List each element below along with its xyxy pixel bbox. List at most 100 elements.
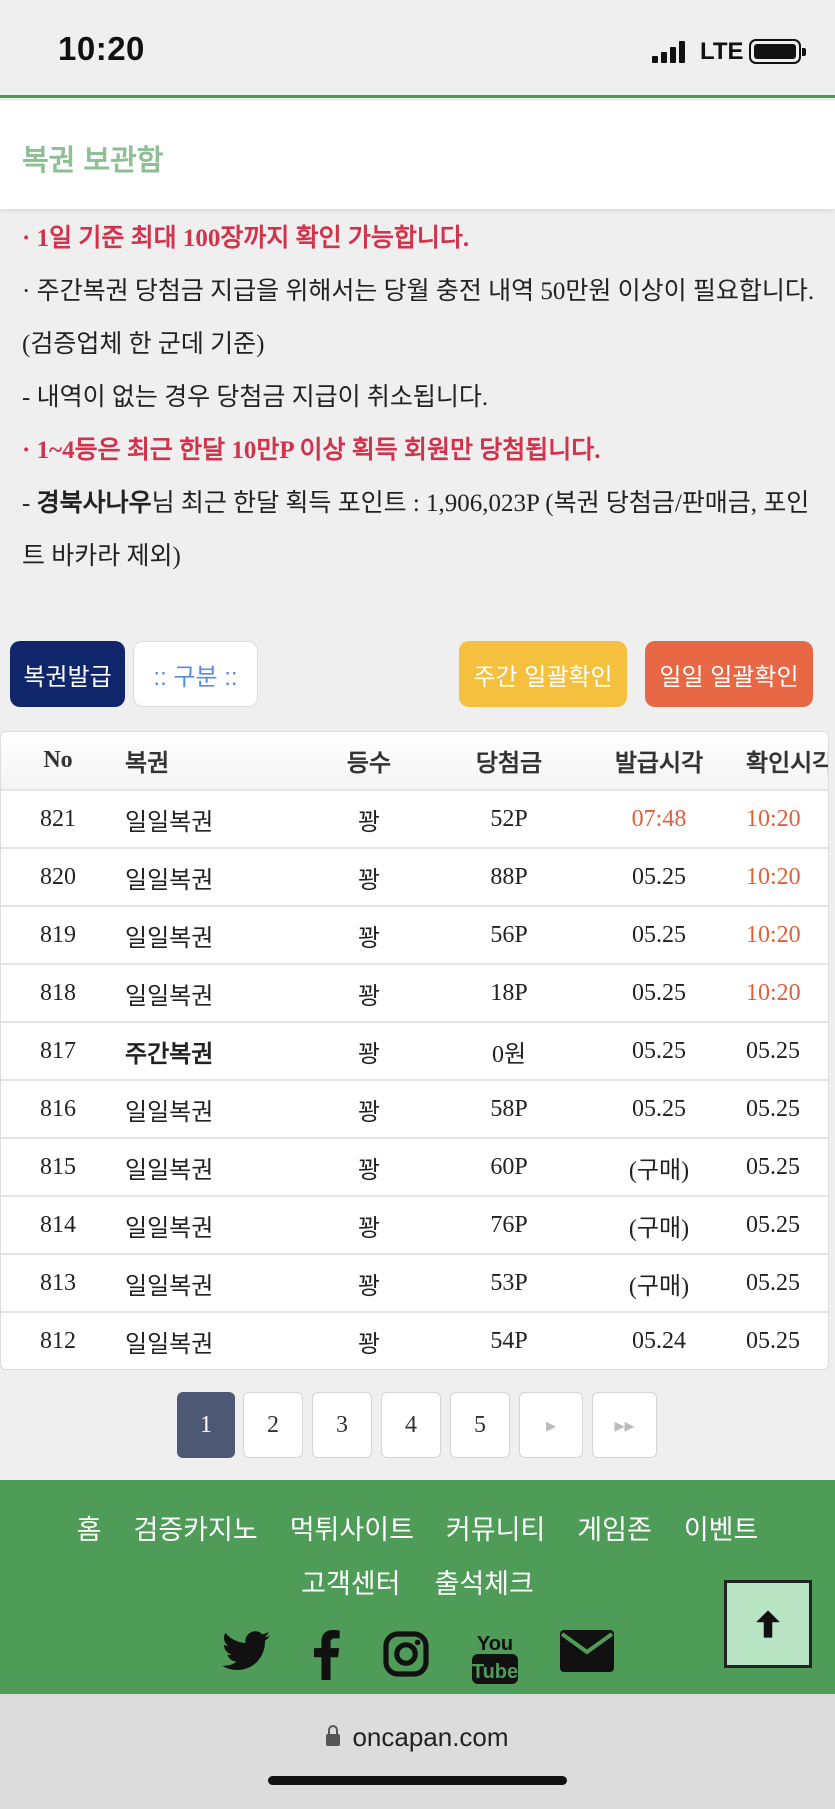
footer-link-community[interactable]: 커뮤니티: [446, 1508, 545, 1547]
header-no: No: [43, 747, 73, 773]
cell-no: 817: [40, 1037, 76, 1064]
cell-issued: 05.25: [632, 1037, 686, 1064]
cell-rank: 꽝: [357, 1214, 381, 1242]
cell-checked: 10:20: [746, 863, 801, 890]
arrow-up-icon: [756, 1610, 780, 1638]
cell-name: 일일복권: [125, 1214, 214, 1242]
cell-prize: 76P: [490, 1211, 528, 1238]
table-row[interactable]: 820 일일복권 꽝 88P 05.25 10:20: [1, 847, 828, 905]
cell-issued: 05.24: [632, 1327, 686, 1354]
username: 경북사나우: [36, 490, 152, 517]
page-title: 복권 보관함: [22, 145, 164, 177]
cell-no: 819: [40, 921, 76, 948]
notice-weekly-requirement: · 주간복권 당첨금 지급을 위해서는 당월 충전 내역 50만원 이상이 필요…: [22, 278, 815, 358]
notice-dash: -: [22, 490, 37, 517]
footer-link-scam-sites[interactable]: 먹튀사이트: [290, 1508, 414, 1547]
cell-no: 818: [40, 979, 76, 1006]
url-display[interactable]: oncapan.com: [0, 1722, 835, 1753]
cell-prize: 53P: [490, 1269, 528, 1296]
weekly-bulk-check-button[interactable]: 주간 일괄확인: [459, 641, 627, 707]
cell-checked: 05.25: [746, 1153, 800, 1180]
scroll-to-top-button[interactable]: [724, 1580, 812, 1668]
cell-checked: 05.25: [746, 1269, 800, 1296]
cell-prize: 0원: [491, 1041, 527, 1068]
page-2-button[interactable]: 2: [243, 1392, 303, 1458]
cell-issued: 05.25: [632, 979, 686, 1006]
cell-name: 일일복권: [125, 866, 214, 894]
table-row[interactable]: 821 일일복권 꽝 52P 07:48 10:20: [1, 789, 828, 847]
next-icon: ▸: [545, 1414, 557, 1437]
cell-name: 일일복권: [125, 1156, 214, 1184]
page-3-button[interactable]: 3: [312, 1392, 372, 1458]
cell-prize: 60P: [490, 1153, 528, 1180]
cell-checked: 10:20: [746, 921, 801, 948]
header-issued: 발급시각: [614, 750, 704, 777]
svg-text:Tube: Tube: [472, 1661, 518, 1683]
table-row[interactable]: 813 일일복권 꽝 53P (구매) 05.25: [1, 1253, 828, 1311]
footer-link-home[interactable]: 홈: [77, 1508, 102, 1547]
youtube-icon[interactable]: You Tube: [471, 1630, 518, 1684]
cell-no: 821: [40, 805, 76, 832]
last-page-button[interactable]: ▸▸: [592, 1392, 657, 1458]
cell-issued: (구매): [628, 1157, 690, 1184]
cell-checked: 05.25: [746, 1211, 800, 1238]
daily-bulk-check-button[interactable]: 일일 일괄확인: [645, 641, 813, 707]
cell-no: 815: [40, 1153, 76, 1180]
cell-checked: 05.25: [746, 1095, 800, 1122]
cell-rank: 꽝: [357, 1330, 381, 1358]
cell-name: 일일복권: [125, 1330, 214, 1358]
issue-lottery-button[interactable]: 복권발급: [10, 641, 125, 707]
url-text: oncapan.com: [352, 1722, 509, 1752]
page-5-button[interactable]: 5: [450, 1392, 510, 1458]
mail-icon[interactable]: [559, 1630, 614, 1684]
table-row[interactable]: 817 주간복권 꽝 0원 05.25 05.25: [1, 1021, 828, 1079]
footer: 홈 검증카지노 먹튀사이트 커뮤니티 게임존 이벤트 고객센터 출석체크 You…: [0, 1480, 835, 1694]
cell-rank: 꽝: [357, 982, 381, 1010]
facebook-icon[interactable]: [312, 1630, 340, 1684]
cell-prize: 88P: [490, 863, 528, 890]
cell-prize: 52P: [490, 805, 528, 832]
cell-prize: 58P: [490, 1095, 528, 1122]
cell-name: 일일복권: [125, 982, 214, 1010]
cell-rank: 꽝: [357, 1156, 381, 1184]
table-row[interactable]: 814 일일복권 꽝 76P (구매) 05.25: [1, 1195, 828, 1253]
page-1-button[interactable]: 1: [177, 1392, 235, 1458]
notice-rank-requirement: · 1~4등은 최근 한달 10만P 이상 획득 회원만 당첨됩니다.: [22, 437, 601, 464]
network-label: LTE: [700, 38, 744, 65]
table-row[interactable]: 818 일일복권 꽝 18P 05.25 10:20: [1, 963, 828, 1021]
cell-checked: 05.25: [746, 1037, 800, 1064]
footer-link-support[interactable]: 고객센터: [301, 1562, 400, 1601]
instagram-icon[interactable]: [382, 1630, 430, 1684]
notice-cancel: - 내역이 없는 경우 당첨금 지급이 취소됩니다.: [22, 384, 489, 411]
cell-checked: 05.25: [746, 1327, 800, 1354]
lottery-table: No 복권 등수 당첨금 발급시각 확인시각 821 일일복권 꽝 52P 07:48 1…: [0, 731, 829, 1370]
cell-rank: 꽝: [357, 1272, 381, 1300]
table-row[interactable]: 812 일일복권 꽝 54P 05.24 05.25: [1, 1311, 828, 1369]
page-4-button[interactable]: 4: [381, 1392, 441, 1458]
footer-link-attendance[interactable]: 출석체크: [435, 1562, 534, 1601]
table-row[interactable]: 819 일일복권 꽝 56P 05.25 10:20: [1, 905, 828, 963]
footer-link-game-zone[interactable]: 게임존: [577, 1508, 652, 1547]
cell-rank: 꽝: [357, 924, 381, 952]
notice-list: · 1일 기준 최대 100장까지 확인 가능합니다. · 주간복권 당첨금 지…: [22, 212, 817, 583]
table-row[interactable]: 816 일일복권 꽝 58P 05.25 05.25: [1, 1079, 828, 1137]
table-row[interactable]: 815 일일복권 꽝 60P (구매) 05.25: [1, 1137, 828, 1195]
cell-checked: 10:20: [746, 979, 801, 1006]
battery-icon: [749, 39, 806, 64]
footer-link-events[interactable]: 이벤트: [684, 1508, 759, 1547]
page-header: 복권 보관함: [0, 101, 835, 209]
cell-prize: 56P: [490, 921, 528, 948]
last-page-icon: ▸▸: [614, 1414, 635, 1437]
category-select[interactable]: :: 구분 ::: [133, 641, 258, 707]
cell-name: 일일복권: [125, 1272, 214, 1300]
browser-url-bar: oncapan.com: [0, 1694, 835, 1809]
cell-issued: 05.25: [632, 921, 686, 948]
cell-name: 일일복권: [125, 1098, 214, 1126]
header-name: 복권: [125, 750, 170, 777]
next-page-button[interactable]: ▸: [519, 1392, 583, 1458]
cell-rank: 꽝: [357, 1040, 381, 1068]
status-time: 10:20: [58, 30, 145, 67]
table-header-row: No 복권 등수 당첨금 발급시각 확인시각: [1, 732, 828, 789]
footer-link-verified-casino[interactable]: 검증카지노: [134, 1508, 258, 1547]
twitter-icon[interactable]: [221, 1630, 270, 1684]
